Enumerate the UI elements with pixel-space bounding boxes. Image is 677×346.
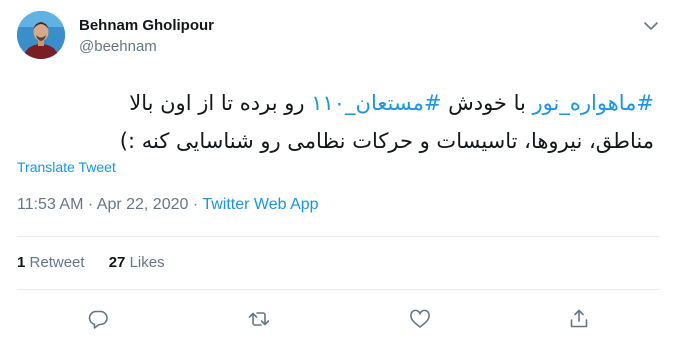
heart-icon: [410, 309, 430, 328]
share-icon: [570, 309, 588, 328]
tweet-text: #ماهواره_نور با خودش #مستعان_۱۱۰ رو برده…: [14, 84, 654, 160]
engagement-stats: 1 Retweet 27 Likes: [17, 254, 185, 271]
like-button[interactable]: [407, 306, 433, 332]
author-handle[interactable]: @beehnam: [79, 37, 214, 56]
tweet-metadata: 11:53 AM · Apr 22, 2020 · Twitter Web Ap…: [17, 196, 319, 214]
divider: [17, 236, 660, 237]
reply-icon: [88, 310, 108, 329]
reply-button[interactable]: [85, 306, 111, 332]
retweet-button[interactable]: [246, 306, 272, 332]
more-options-button[interactable]: [641, 16, 661, 36]
likes-count: 27: [108, 254, 126, 271]
retweet-icon: [248, 312, 270, 326]
tweet-date[interactable]: Apr 22, 2020: [97, 196, 189, 213]
tweet-text-segment: رو برده تا از اون بالا: [129, 91, 312, 115]
meta-separator: ·: [188, 196, 203, 213]
hashtag-link[interactable]: #مستعان_۱۱۰: [311, 91, 441, 115]
divider: [17, 289, 660, 290]
likes-stat[interactable]: 27 Likes: [109, 254, 165, 271]
chevron-down-icon: [644, 22, 658, 30]
meta-separator: ·: [83, 196, 97, 213]
author-block: Behnam Gholipour @beehnam: [79, 16, 214, 56]
retweets-label: Retweet: [29, 254, 85, 271]
tweet-source-link[interactable]: Twitter Web App: [202, 196, 318, 213]
avatar-photo: [17, 11, 65, 59]
avatar[interactable]: [17, 11, 65, 59]
author-display-name[interactable]: Behnam Gholipour: [79, 16, 214, 35]
hashtag-link[interactable]: #ماهواره_نور: [533, 91, 654, 115]
likes-label: Likes: [129, 254, 165, 271]
share-button[interactable]: [566, 306, 592, 332]
tweet-text-line-1: #ماهواره_نور با خودش #مستعان_۱۱۰ رو برده…: [14, 84, 654, 122]
tweet-text-segment: با خودش: [441, 91, 533, 115]
tweet-text-line-2: مناطق، نیروها، تاسیسات و حرکات نظامی رو …: [119, 129, 654, 153]
tweet-time[interactable]: 11:53 AM: [17, 196, 83, 213]
retweets-count: 1: [17, 254, 26, 271]
retweets-stat[interactable]: 1 Retweet: [17, 254, 85, 271]
translate-tweet-link[interactable]: Translate Tweet: [17, 159, 116, 175]
tweet-card: Behnam Gholipour @beehnam #ماهواره_نور ب…: [0, 0, 677, 346]
